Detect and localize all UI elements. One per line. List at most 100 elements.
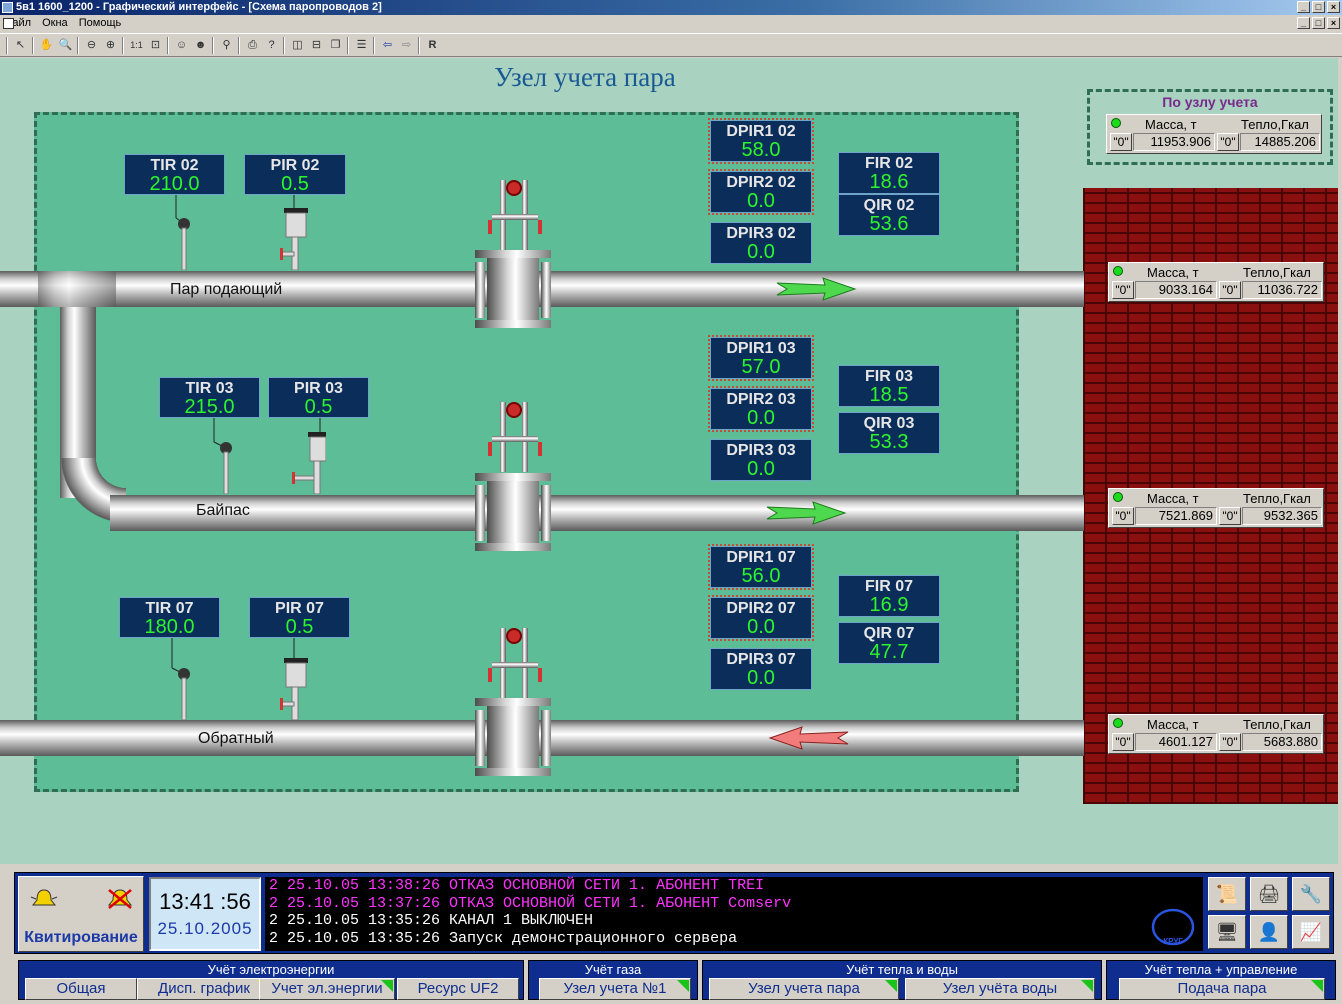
heat-label: Тепло,Гкал (1241, 117, 1309, 132)
heat-label: Тепло,Гкал (1243, 265, 1311, 280)
paper-roll-icon[interactable]: 📜 (1208, 877, 1246, 911)
nav-button-dispatch-chart[interactable]: Дисп. график (137, 978, 271, 1000)
window-list-icon[interactable]: ☰ (353, 37, 370, 54)
mdi-restore-button[interactable]: □ (1312, 17, 1325, 29)
event-log[interactable]: 2 25.10.05 13:38:26 ОТКАЗ ОСНОВНОЙ СЕТИ … (265, 877, 1203, 951)
nav-button-gas-node-1[interactable]: Узел учета №1 (539, 978, 691, 1000)
meter-supply: Масса, т Тепло,Гкал "0" 9033.164 "0" 110… (1108, 262, 1324, 302)
flowmeter-flange-07[interactable] (471, 696, 557, 780)
tag-qir07[interactable]: QIR 07 47.7 (838, 622, 940, 664)
alarm-bell-icon (30, 889, 58, 906)
refresh-r-icon[interactable]: R (424, 37, 441, 54)
tools-icon[interactable]: 🔧 (1292, 877, 1330, 911)
pressure-gauge-sensor-icon (292, 418, 326, 494)
pan-hand-icon[interactable]: ✋ (38, 37, 55, 54)
tag-dpir1-03[interactable]: DPIR1 03 57.0 (708, 335, 814, 381)
clock-date: 25.10.2005 (157, 919, 253, 938)
tag-dpir3-03[interactable]: DPIR3 03 0.0 (710, 439, 812, 481)
user-icon[interactable]: ☺ (173, 37, 190, 54)
group-electric: Учёт электроэнергии Общая Дисп. график У… (18, 960, 524, 1000)
tag-pir02[interactable]: PIR 02 0.5 (244, 154, 346, 195)
nav-button-steam-node[interactable]: Узел учета пара (709, 978, 899, 1000)
valve-manifold-07[interactable] (488, 624, 542, 698)
close-button[interactable]: × (1327, 1, 1340, 13)
nav-button-water-node[interactable]: Узел учёта воды (905, 978, 1095, 1000)
quality-button[interactable]: "0" (1219, 733, 1241, 751)
tag-fir02[interactable]: FIR 02 18.6 (838, 152, 940, 194)
pressure-gauge-sensor-icon (280, 194, 308, 270)
window-title: 5в1 1600_1200 - Графический интерфейс - … (16, 1, 382, 13)
tile-vertical-icon[interactable]: ◫ (289, 37, 306, 54)
operator-icon[interactable]: 👤 (1250, 915, 1288, 949)
menu-help[interactable]: Помощь (75, 15, 126, 32)
forward-arrow-icon[interactable]: ⇨ (398, 37, 415, 54)
mdi-close-button[interactable]: × (1327, 17, 1340, 29)
quality-button[interactable]: "0" (1219, 281, 1241, 299)
tag-dpir3-02[interactable]: DPIR3 02 0.0 (710, 222, 812, 264)
mdi-minimize-button[interactable]: _ (1297, 17, 1310, 29)
quality-button[interactable]: "0" (1217, 133, 1239, 151)
help-icon[interactable]: ? (263, 37, 280, 54)
summary-title: По узлу учета (1162, 94, 1258, 110)
tee-junction (38, 271, 116, 307)
tag-dpir2-07[interactable]: DPIR2 07 0.0 (708, 595, 814, 641)
valve-manifold-03[interactable] (488, 398, 542, 472)
tag-pir07[interactable]: PIR 07 0.5 (249, 597, 350, 638)
tag-fir07[interactable]: FIR 07 16.9 (838, 575, 940, 617)
group-title-gas: Учёт газа (584, 962, 642, 977)
nav-button-steam-supply[interactable]: Подача пара (1119, 978, 1325, 1000)
tag-tir07[interactable]: TIR 07 180.0 (119, 597, 220, 638)
zoom-fit-icon[interactable]: ⊡ (147, 37, 164, 54)
pointer-icon[interactable]: ↖ (12, 37, 29, 54)
tag-dpir1-07[interactable]: DPIR1 07 56.0 (708, 544, 814, 590)
back-arrow-icon[interactable]: ⇦ (379, 37, 396, 54)
tag-fir03[interactable]: FIR 03 18.5 (838, 365, 940, 407)
network-error-icon[interactable]: 🖥 (1208, 915, 1246, 949)
flowmeter-flange-02[interactable] (471, 248, 557, 332)
tag-tir02[interactable]: TIR 02 210.0 (124, 154, 225, 195)
log-line: 2 25.10.05 13:38:26 ОТКАЗ ОСНОВНОЙ СЕТИ … (269, 877, 765, 894)
minimize-button[interactable]: _ (1297, 1, 1310, 13)
document-icon[interactable] (3, 18, 14, 29)
cascade-icon[interactable]: ❐ (327, 37, 344, 54)
users-icon[interactable]: ☻ (192, 37, 209, 54)
acknowledge-button[interactable]: Квитирование (18, 876, 144, 952)
bottom-panel: Квитирование 13:41 :56 25.10.2005 2 25.1… (0, 864, 1342, 1004)
magnifier-icon[interactable]: 🔍 (57, 37, 74, 54)
quality-button[interactable]: "0" (1219, 507, 1241, 525)
actual-size-icon[interactable]: 1:1 (128, 37, 145, 54)
tag-dpir2-03[interactable]: DPIR2 03 0.0 (708, 386, 814, 432)
print-icon[interactable]: ⎙ (244, 37, 261, 54)
quality-button[interactable]: "0" (1112, 507, 1134, 525)
tag-qir02[interactable]: QIR 02 53.6 (838, 194, 940, 236)
tag-dpir3-07[interactable]: DPIR3 07 0.0 (710, 648, 812, 690)
alarm-panel: Квитирование 13:41 :56 25.10.2005 2 25.1… (14, 872, 1334, 954)
tag-qir03[interactable]: QIR 03 53.3 (838, 412, 940, 454)
report-print-icon[interactable]: 🖨 (1250, 877, 1288, 911)
nav-button-general[interactable]: Общая (25, 978, 137, 1000)
quality-button[interactable]: "0" (1112, 733, 1134, 751)
group-title-heat-water: Учёт тепла и воды (846, 962, 958, 977)
tag-pir03[interactable]: PIR 03 0.5 (268, 377, 369, 418)
tag-dpir2-02[interactable]: DPIR2 02 0.0 (708, 169, 814, 215)
nav-button-electric-metering[interactable]: Учет эл.энергии (259, 978, 395, 1000)
tag-tir03[interactable]: TIR 03 215.0 (159, 377, 260, 418)
alarm-mute-icon (107, 889, 133, 909)
quality-button[interactable]: "0" (1112, 281, 1134, 299)
vertical-scrollbar[interactable] (1338, 58, 1342, 864)
valve-manifold-02[interactable] (488, 176, 542, 250)
zoom-in-icon[interactable]: ⊕ (102, 37, 119, 54)
quality-button[interactable]: "0" (1110, 133, 1132, 151)
menu-windows[interactable]: Окна (38, 15, 72, 32)
trend-chart-icon[interactable]: 📈 (1292, 915, 1330, 949)
zoom-out-icon[interactable]: ⊖ (83, 37, 100, 54)
tile-horizontal-icon[interactable]: ⊟ (308, 37, 325, 54)
group-title-heat-control: Учёт тепла + управление (1144, 962, 1298, 977)
flowmeter-flange-03[interactable] (471, 471, 557, 555)
binoculars-icon[interactable]: ⚲ (218, 37, 235, 54)
maximize-button[interactable]: □ (1312, 1, 1325, 13)
tag-dpir1-02[interactable]: DPIR1 02 58.0 (708, 118, 814, 164)
nav-button-resource-uf2[interactable]: Ресурс UF2 (397, 978, 519, 1000)
mass-label: Масса, т (1147, 265, 1199, 280)
thermometer-sensor-icon (171, 638, 190, 720)
